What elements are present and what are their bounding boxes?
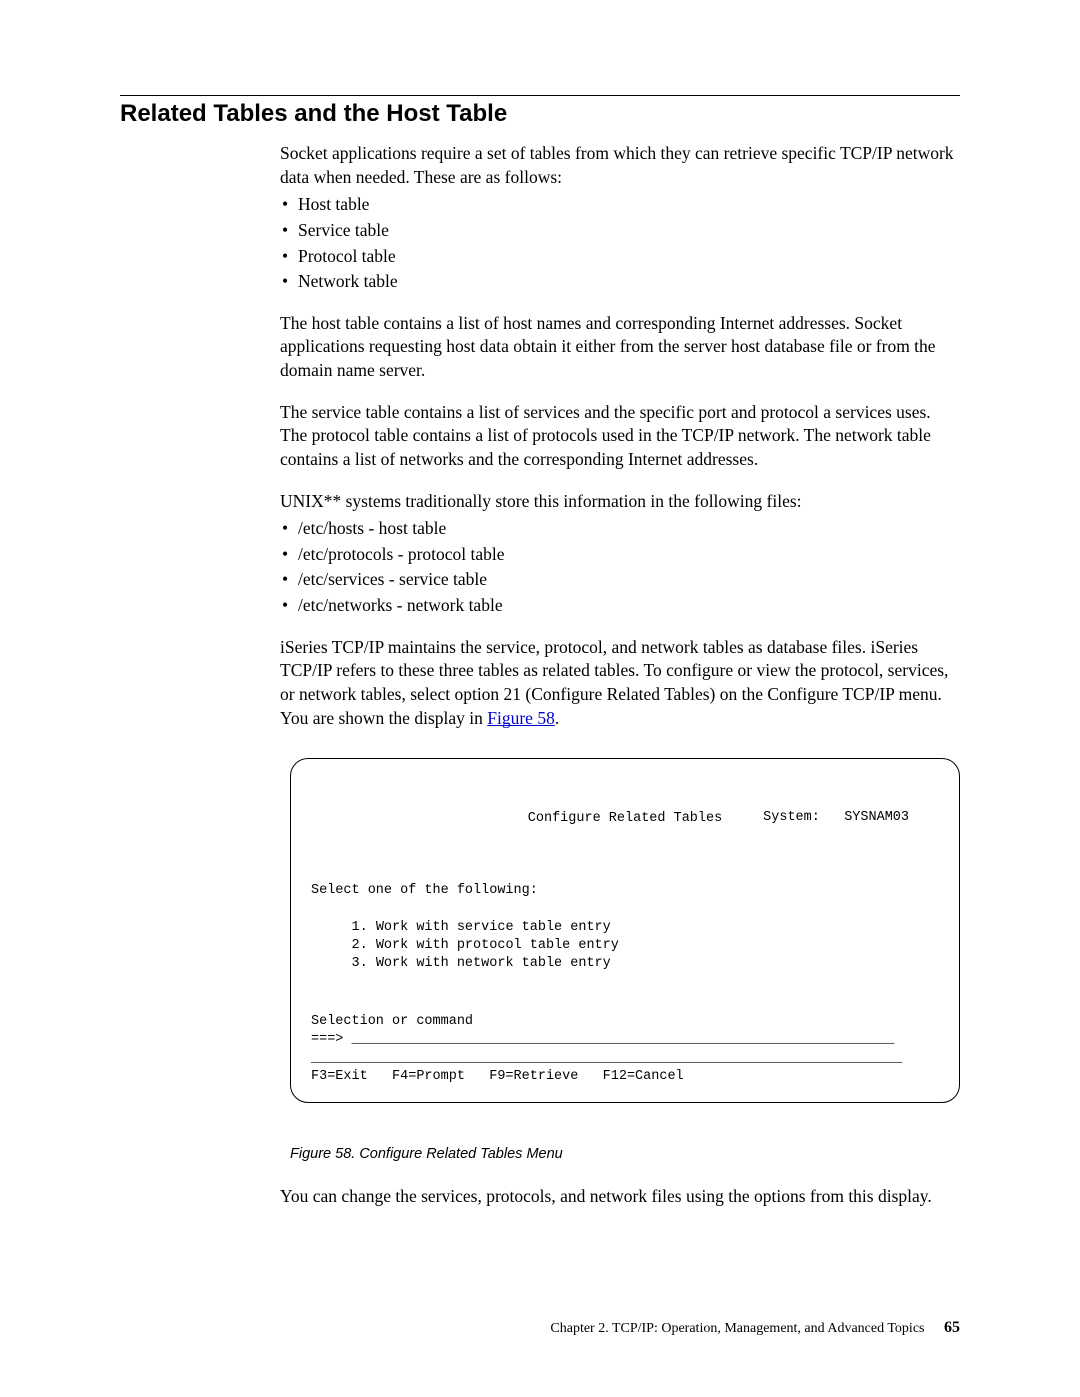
- cmd-input-line[interactable]: ________________________________________…: [343, 1032, 894, 1047]
- list-item: /etc/services - service table: [280, 568, 960, 592]
- terminal-system: System: SYSNAM03: [698, 791, 909, 846]
- body-content: Socket applications require a set of tab…: [280, 142, 960, 1208]
- terminal-option: 3. Work with network table entry: [352, 956, 611, 971]
- terminal-option: 1. Work with service table entry: [352, 920, 611, 935]
- service-paragraph: The service table contains a list of ser…: [280, 401, 960, 472]
- iseries-text: iSeries TCP/IP maintains the service, pr…: [280, 637, 948, 728]
- terminal-prompt: Select one of the following:: [311, 883, 538, 898]
- terminal-body: Select one of the following: 1. Work wit…: [311, 882, 939, 973]
- list-item: Host table: [280, 193, 960, 217]
- divider-line: ________________________________________…: [311, 1051, 902, 1066]
- system-label: System:: [763, 810, 820, 825]
- section-rule: [120, 95, 960, 96]
- list-item: Network table: [280, 270, 960, 294]
- terminal-bottom: Selection or command ===> ______________…: [311, 1013, 939, 1086]
- system-value: SYSNAM03: [844, 810, 909, 825]
- list-item: /etc/networks - network table: [280, 594, 960, 618]
- page-number: 65: [944, 1319, 960, 1336]
- unix-paragraph: UNIX** systems traditionally store this …: [280, 490, 960, 514]
- figure-caption: Figure 58. Configure Related Tables Menu: [290, 1145, 960, 1165]
- iseries-paragraph: iSeries TCP/IP maintains the service, pr…: [280, 636, 960, 731]
- terminal-screen: Configure Related Tables System: SYSNAM0…: [290, 758, 960, 1103]
- list-item: /etc/hosts - host table: [280, 517, 960, 541]
- closing-paragraph: You can change the services, protocols, …: [280, 1185, 960, 1209]
- page-footer: Chapter 2. TCP/IP: Operation, Management…: [550, 1319, 960, 1337]
- section-title: Related Tables and the Host Table: [120, 100, 960, 128]
- list-item: /etc/protocols - protocol table: [280, 543, 960, 567]
- terminal-option: 2. Work with protocol table entry: [352, 938, 619, 953]
- selection-label: Selection or command: [311, 1014, 473, 1029]
- cmd-prefix: ===>: [311, 1032, 343, 1047]
- footer-chapter: Chapter 2. TCP/IP: Operation, Management…: [550, 1321, 924, 1336]
- tables-list: Host table Service table Protocol table …: [280, 193, 960, 294]
- files-list: /etc/hosts - host table /etc/protocols -…: [280, 517, 960, 618]
- figure-link[interactable]: Figure 58: [487, 708, 555, 728]
- list-item: Service table: [280, 219, 960, 243]
- host-paragraph: The host table contains a list of host n…: [280, 312, 960, 383]
- fkey-bar: F3=Exit F4=Prompt F9=Retrieve F12=Cancel: [311, 1069, 684, 1084]
- intro-paragraph: Socket applications require a set of tab…: [280, 142, 960, 189]
- list-item: Protocol table: [280, 245, 960, 269]
- iseries-suffix: .: [555, 708, 559, 728]
